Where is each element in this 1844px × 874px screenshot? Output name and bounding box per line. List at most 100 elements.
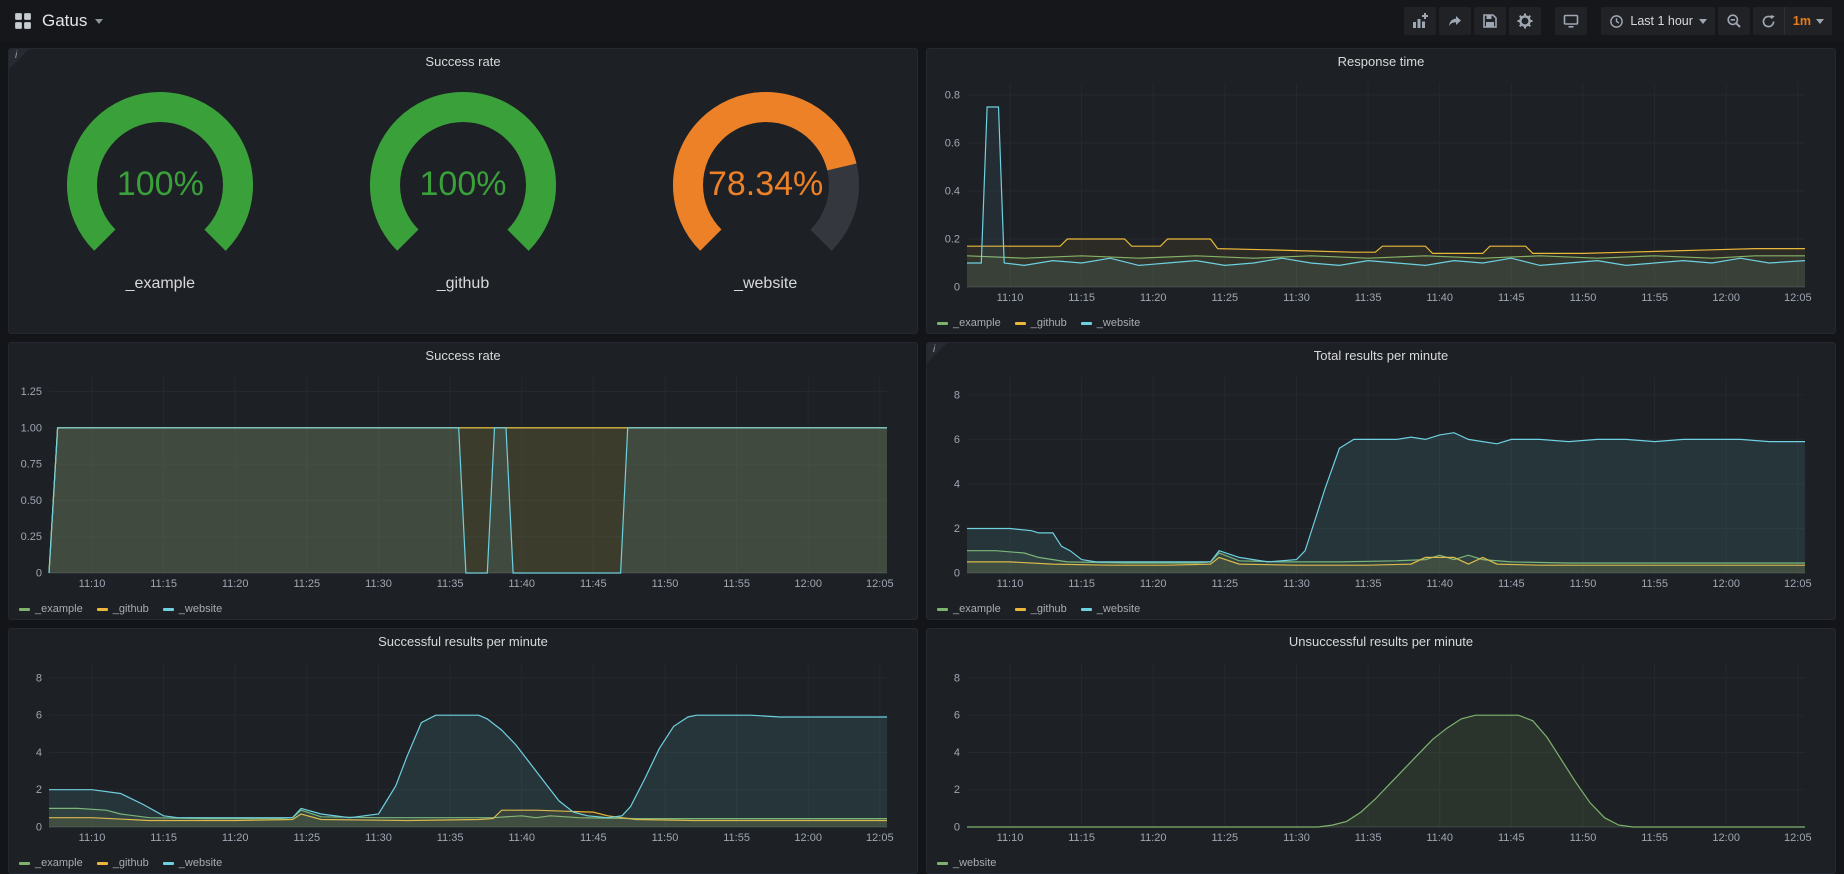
chart-canvas[interactable]: 00.20.40.60.811:1011:1511:2011:2511:3011… — [931, 75, 1829, 307]
time-series-plot[interactable]: 0246811:1011:1511:2011:2511:3011:3511:40… — [931, 655, 1829, 847]
refresh-button[interactable] — [1753, 7, 1784, 35]
legend-color-marker — [937, 862, 948, 865]
legend-series-name: _github — [113, 857, 149, 869]
svg-text:12:00: 12:00 — [794, 578, 822, 590]
series-_website — [49, 715, 887, 827]
panel-total-results: i Total results per minute 0246811:1011:… — [926, 342, 1836, 620]
svg-text:11:45: 11:45 — [1498, 292, 1525, 304]
save-icon — [1482, 13, 1498, 29]
legend-item-_website[interactable]: _website — [1081, 317, 1140, 329]
legend-item-_website[interactable]: _website — [1081, 603, 1140, 615]
series-_website — [967, 433, 1805, 573]
chart-canvas[interactable]: 0246811:1011:1511:2011:2511:3011:3511:40… — [931, 369, 1829, 593]
svg-text:11:30: 11:30 — [365, 832, 392, 844]
legend-color-marker — [1081, 322, 1092, 325]
legend-color-marker — [19, 862, 30, 865]
series-_website — [967, 715, 1805, 827]
chart-legend: _example _github _website — [19, 603, 222, 615]
chart-canvas[interactable]: 0246811:1011:1511:2011:2511:3011:3511:40… — [13, 655, 911, 847]
legend-series-name: _website — [1097, 317, 1140, 329]
legend-item-_example[interactable]: _example — [937, 603, 1001, 615]
zoom-out-button[interactable] — [1718, 7, 1750, 35]
gauge-label: _github — [320, 275, 606, 293]
svg-text:11:45: 11:45 — [580, 832, 607, 844]
chart-canvas[interactable]: 00.250.500.751.001.2511:1011:1511:2011:2… — [13, 369, 911, 593]
panel-title[interactable]: Successful results per minute — [9, 629, 917, 655]
dashboard-title[interactable]: Gatus — [42, 11, 87, 31]
save-dashboard-button[interactable] — [1474, 7, 1506, 35]
panel-title[interactable]: Unsuccessful results per minute — [927, 629, 1835, 655]
legend-item-_example[interactable]: _example — [19, 857, 83, 869]
svg-text:11:30: 11:30 — [365, 578, 392, 590]
panel-title[interactable]: Success rate — [9, 343, 917, 369]
svg-text:11:45: 11:45 — [1498, 832, 1525, 844]
svg-text:11:25: 11:25 — [1211, 292, 1238, 304]
gauge-value: 78.34% — [623, 165, 909, 204]
panel-title[interactable]: Response time — [927, 49, 1835, 75]
svg-text:11:55: 11:55 — [723, 578, 750, 590]
svg-text:12:00: 12:00 — [1712, 578, 1740, 590]
svg-text:11:35: 11:35 — [437, 578, 464, 590]
svg-text:11:30: 11:30 — [1283, 832, 1310, 844]
svg-text:0.25: 0.25 — [21, 531, 42, 543]
chart-canvas[interactable]: 0246811:1011:1511:2011:2511:3011:3511:40… — [931, 655, 1829, 847]
legend-item-_website[interactable]: _website — [163, 857, 222, 869]
svg-text:11:20: 11:20 — [1140, 832, 1167, 844]
time-series-plot[interactable]: 00.20.40.60.811:1011:1511:2011:2511:3011… — [931, 75, 1829, 307]
gauge-row: 100% _example 100% _github 78.34% _websi… — [9, 75, 917, 329]
share-dashboard-button[interactable] — [1439, 7, 1471, 35]
gauge-value: 100% — [17, 165, 303, 204]
legend-color-marker — [1015, 608, 1026, 611]
panel-info-icon[interactable]: i — [9, 49, 29, 69]
svg-text:6: 6 — [36, 710, 42, 722]
legend-series-name: _website — [179, 603, 222, 615]
svg-text:2: 2 — [954, 784, 960, 796]
legend-item-_website[interactable]: _website — [163, 603, 222, 615]
legend-color-marker — [937, 322, 948, 325]
time-series-plot[interactable]: 0246811:1011:1511:2011:2511:3011:3511:40… — [13, 655, 911, 847]
svg-text:11:15: 11:15 — [150, 578, 177, 590]
legend-item-_github[interactable]: _github — [97, 603, 149, 615]
panel-success-rate: Success rate 00.250.500.751.001.2511:101… — [8, 342, 918, 620]
add-panel-button[interactable] — [1404, 7, 1436, 35]
svg-text:2: 2 — [36, 784, 42, 796]
refresh-interval-button[interactable]: 1m — [1784, 7, 1832, 35]
refresh-button-group: 1m — [1753, 7, 1832, 35]
legend-item-_github[interactable]: _github — [1015, 317, 1067, 329]
legend-series-name: _example — [35, 857, 83, 869]
svg-text:6: 6 — [954, 434, 960, 446]
legend-item-_github[interactable]: _github — [1015, 603, 1067, 615]
legend-item-_example[interactable]: _example — [19, 603, 83, 615]
svg-text:8: 8 — [954, 389, 960, 401]
panel-info-icon[interactable]: i — [927, 343, 947, 363]
legend-series-name: _example — [953, 317, 1001, 329]
svg-text:0: 0 — [36, 568, 42, 580]
gear-icon — [1517, 13, 1533, 29]
legend-item-_website[interactable]: _website — [937, 857, 996, 869]
time-series-plot[interactable]: 0246811:1011:1511:2011:2511:3011:3511:40… — [931, 369, 1829, 593]
svg-text:11:40: 11:40 — [1426, 292, 1453, 304]
legend-item-_example[interactable]: _example — [937, 317, 1001, 329]
tv-mode-button[interactable] — [1555, 7, 1587, 35]
legend-color-marker — [97, 862, 108, 865]
dashboard-caret-down-icon[interactable] — [95, 19, 103, 24]
dashboard-settings-button[interactable] — [1509, 7, 1541, 35]
apps-grid-icon[interactable] — [14, 12, 32, 30]
legend-color-marker — [19, 608, 30, 611]
monitor-icon — [1563, 13, 1579, 29]
legend-item-_github[interactable]: _github — [97, 857, 149, 869]
legend-color-marker — [97, 608, 108, 611]
svg-text:0.2: 0.2 — [945, 234, 960, 246]
time-range-picker-button[interactable]: Last 1 hour — [1601, 7, 1715, 35]
svg-text:11:10: 11:10 — [997, 578, 1024, 590]
svg-text:4: 4 — [954, 747, 960, 759]
panel-success-rate-gauges: i Success rate 100% _example 100% _githu… — [8, 48, 918, 334]
legend-color-marker — [1015, 322, 1026, 325]
svg-text:0.8: 0.8 — [945, 90, 960, 102]
gauge-label: _example — [17, 275, 303, 293]
svg-text:1.00: 1.00 — [21, 422, 42, 434]
panel-title[interactable]: Total results per minute — [927, 343, 1835, 369]
svg-text:11:15: 11:15 — [150, 832, 177, 844]
time-series-plot[interactable]: 00.250.500.751.001.2511:1011:1511:2011:2… — [13, 369, 911, 593]
panel-title[interactable]: Success rate — [9, 49, 917, 75]
